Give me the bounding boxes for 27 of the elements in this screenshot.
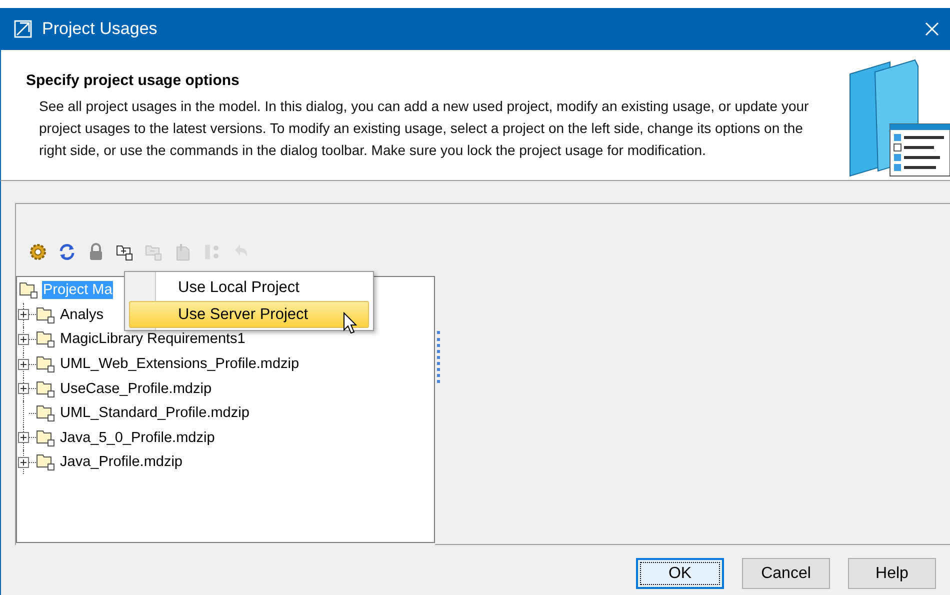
menu-item[interactable]: Use Server Project: [129, 301, 369, 328]
tree-item[interactable]: MagicLibrary Requirements1: [59, 330, 246, 348]
expand-icon[interactable]: [18, 383, 29, 394]
refresh-icon[interactable]: [57, 242, 77, 262]
expand-icon[interactable]: [18, 309, 29, 320]
tree-item[interactable]: Java_Profile.mdzip: [59, 453, 184, 472]
expand-icon[interactable]: [18, 358, 29, 370]
window-title: Project Usages: [42, 19, 158, 39]
expand-icon[interactable]: [18, 432, 29, 444]
dialog-heading: Specify project usage options: [26, 72, 240, 89]
close-icon[interactable]: [924, 21, 940, 37]
tree-item[interactable]: Java_5_0_Profile.mdzip: [59, 428, 216, 447]
dialog-button[interactable]: Help: [848, 558, 936, 589]
dialog-button[interactable]: OK: [636, 558, 724, 589]
splitter-handle[interactable]: [437, 331, 443, 383]
menu-item[interactable]: Use Local Project: [129, 274, 369, 301]
expand-icon[interactable]: [18, 334, 29, 345]
tree-item[interactable]: UseCase_Profile.mdzip: [59, 380, 213, 398]
settings-icon[interactable]: [28, 242, 48, 262]
app-icon: [14, 20, 32, 38]
dialog-button[interactable]: Cancel: [742, 558, 830, 589]
expand-icon[interactable]: [18, 456, 29, 468]
dialog-description: See all project usages in the model. In this dialog, you can add a new used project, modify an existing usage, or update your project usages to the latest versions. To modify an existing usage, select a project on the left side, change its options on the right side, or use the commands in the dialog toolbar. Make sure you lock the project usage for modification.: [38, 97, 810, 160]
tree-item[interactable]: UML_Web_Extensions_Profile.mdzip: [59, 355, 300, 374]
tree-item[interactable]: UML_Standard_Profile.mdzip: [59, 404, 250, 422]
folder-icon: [19, 280, 39, 300]
tree-item[interactable]: Analys: [59, 306, 105, 324]
